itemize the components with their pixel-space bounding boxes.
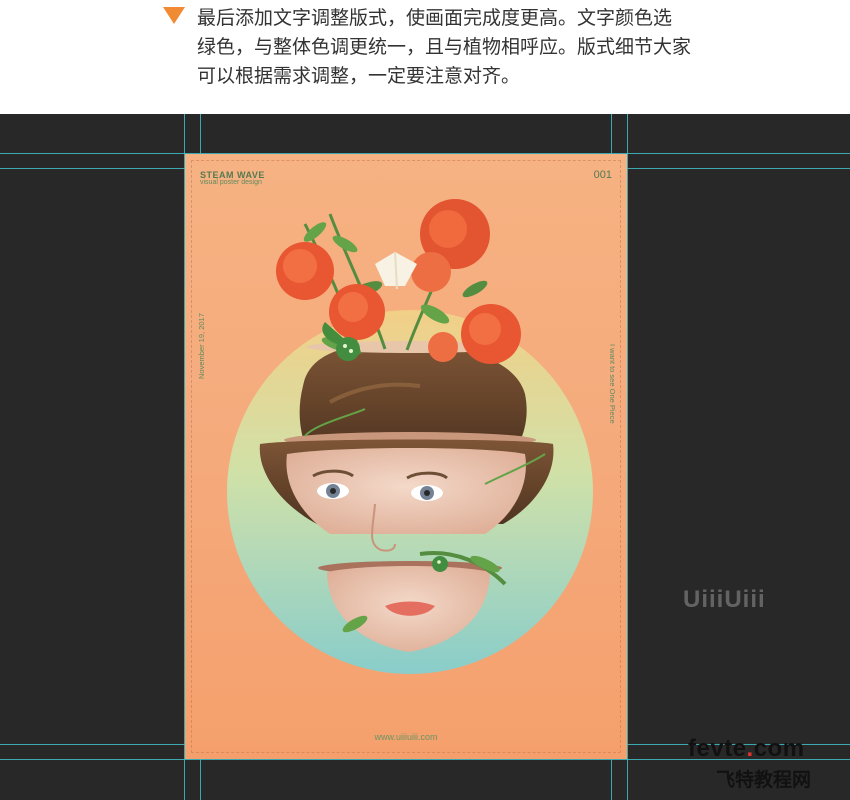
poster-url: www.uiiiuiii.com: [374, 732, 438, 742]
instruction-text: 最后添加文字调整版式，使画面完成度更高。文字颜色选 绿色，与整体色调更统一，且与…: [197, 4, 717, 91]
poster-date-vertical: November 19, 2017: [197, 313, 206, 379]
poster-number: 001: [593, 169, 612, 181]
design-canvas[interactable]: STEAM WAVE visual poster design 001 Nove…: [0, 114, 850, 800]
poster-subtitle: visual poster design: [200, 179, 262, 186]
vertical-guide[interactable]: [627, 114, 628, 800]
poster-artboard[interactable]: STEAM WAVE visual poster design 001 Nove…: [185, 154, 627, 759]
fevte-watermark: fevte.com: [688, 735, 805, 763]
fevte-watermark-name: fevte: [688, 735, 747, 762]
instruction-line: 绿色，与整体色调更统一，且与植物相呼应。版式细节大家: [197, 36, 692, 58]
fevte-watermark-chinese: 飞特教程网: [716, 769, 812, 791]
instruction-panel: 最后添加文字调整版式，使画面完成度更高。文字颜色选 绿色，与整体色调更统一，且与…: [0, 0, 850, 114]
poster-margin-border: [191, 160, 621, 753]
fevte-watermark-dot: .: [746, 735, 754, 762]
instruction-line: 最后添加文字调整版式，使画面完成度更高。文字颜色选: [197, 7, 673, 29]
uiiiuiii-watermark-logo: UiiiUiii: [683, 586, 766, 613]
fevte-watermark-tld: com: [753, 735, 805, 762]
poster-quote-vertical: I want to see One Piece: [608, 344, 617, 424]
orange-triangle-bullet-icon: [163, 7, 185, 24]
instruction-line: 可以根据需求调整，一定要注意对齐。: [197, 65, 521, 87]
